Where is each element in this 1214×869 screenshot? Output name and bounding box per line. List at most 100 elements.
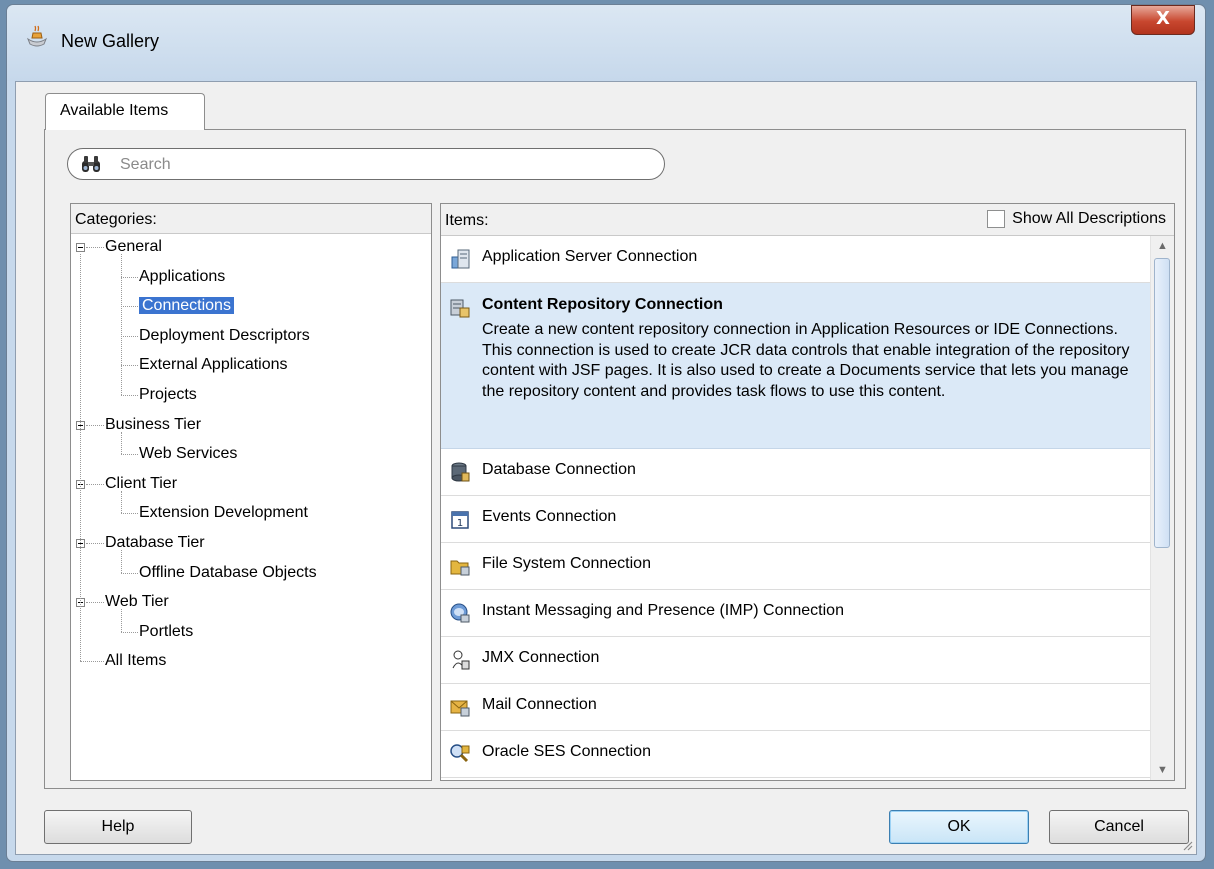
categories-label: Categories: <box>75 211 157 228</box>
search-server-icon <box>450 744 470 763</box>
tree-connector <box>86 543 104 544</box>
item-description: Create a new content repository connecti… <box>482 321 1130 400</box>
item-name: Oracle SES Connection <box>482 743 651 760</box>
tree-item-database-tier[interactable]: Database Tier <box>105 532 205 554</box>
content-repository-icon <box>450 299 470 318</box>
tree-connector <box>121 306 138 308</box>
item-jmx-connection[interactable]: JMX Connection <box>441 637 1150 684</box>
categories-panel: Categories: General Applications Connectio… <box>70 203 432 781</box>
tree-item-label: All Items <box>105 652 167 670</box>
tree-item-business-tier[interactable]: Business Tier <box>105 414 201 436</box>
tree-connector <box>80 661 104 663</box>
search-box[interactable] <box>67 148 665 180</box>
items-list: Application Server Connection Content Rep… <box>441 236 1150 780</box>
tree-connector <box>86 602 104 604</box>
tree-connector <box>121 490 122 514</box>
item-instant-messaging-and-presence-imp-connection[interactable]: Instant Messaging and Presence (IMP) Con… <box>441 590 1150 637</box>
tree-item-label: Extension Development <box>139 504 308 522</box>
tree-connector <box>121 513 138 515</box>
mail-icon <box>450 700 470 717</box>
tree-connector <box>121 550 122 573</box>
tree-connector <box>121 631 138 633</box>
item-database-connection[interactable]: Database Connection <box>441 449 1150 496</box>
close-button[interactable]: X <box>1131 5 1195 35</box>
categories-header: Categories: <box>71 204 431 234</box>
tree-item-all-items[interactable]: All Items <box>105 650 166 672</box>
tree-item-label: Web Services <box>139 445 238 463</box>
tree-item-extension-development[interactable]: Extension Development <box>139 502 308 524</box>
item-mail-connection[interactable]: Mail Connection <box>441 684 1150 731</box>
tree-item-projects[interactable]: Projects <box>139 384 197 406</box>
tree-item-external-applications[interactable]: External Applications <box>139 354 288 376</box>
item-name: Instant Messaging and Presence (IMP) Con… <box>482 602 844 619</box>
title-bar: New Gallery X <box>7 5 1205 81</box>
tree-item-applications[interactable]: Applications <box>139 266 225 288</box>
scroll-down-arrow-icon[interactable]: ▼ <box>1151 760 1174 780</box>
item-name: Application Server Connection <box>482 248 698 265</box>
collapse-icon[interactable] <box>76 243 85 252</box>
search-input[interactable] <box>118 152 642 178</box>
items-scrollbar[interactable]: ▲ ▼ <box>1150 236 1174 780</box>
tree-item-label: Client Tier <box>105 474 178 492</box>
tree-item-general[interactable]: General <box>105 236 162 258</box>
tree-connector <box>121 572 138 574</box>
new-gallery-dialog: New Gallery X Available Items Categories… <box>6 4 1206 862</box>
tree-item-portlets[interactable]: Portlets <box>139 621 193 643</box>
item-application-server-connection[interactable]: Application Server Connection <box>441 236 1150 283</box>
tree-item-offline-database-objects[interactable]: Offline Database Objects <box>139 562 317 584</box>
tree-item-deployment-descriptors[interactable]: Deployment Descriptors <box>139 325 310 347</box>
tree-connector <box>121 365 138 367</box>
tab-panel: Categories: General Applications Connectio… <box>44 129 1186 789</box>
tree-item-label: Business Tier <box>105 415 202 433</box>
item-file-system-connection[interactable]: File System Connection <box>441 543 1150 590</box>
scrollbar-thumb[interactable] <box>1154 258 1170 548</box>
scroll-up-arrow-icon[interactable]: ▲ <box>1151 236 1174 256</box>
ok-button[interactable]: OK <box>889 810 1029 844</box>
cancel-button[interactable]: Cancel <box>1049 810 1189 844</box>
tab-available-items[interactable]: Available Items <box>45 93 205 130</box>
tree-item-label: Projects <box>139 386 197 403</box>
ok-button-label: OK <box>947 818 971 835</box>
tree-item-label: Offline Database Objects <box>139 563 317 581</box>
resize-grip-icon[interactable] <box>1181 839 1193 851</box>
tree-item-web-tier[interactable]: Web Tier <box>105 591 169 613</box>
tree-item-web-services[interactable]: Web Services <box>139 443 237 465</box>
item-name: Mail Connection <box>482 696 597 713</box>
tree-connector <box>86 483 104 485</box>
item-name: File System Connection <box>482 555 651 572</box>
tree-connector <box>121 276 138 278</box>
tree-connector <box>121 254 122 395</box>
item-content-repository-connection[interactable]: Content Repository Connection Create a ne… <box>441 283 1150 449</box>
messaging-icon <box>450 603 470 623</box>
calendar-icon: 1 <box>451 511 469 529</box>
server-icon <box>451 249 470 269</box>
checkbox-box[interactable] <box>987 210 1006 228</box>
binoculars-icon <box>82 156 100 172</box>
tree-item-label: Portlets <box>139 622 194 640</box>
items-panel: Items: Show All Descriptions Application… <box>440 203 1175 781</box>
tree-item-label: General <box>105 238 162 255</box>
tree-connector <box>80 254 81 662</box>
item-name: Events Connection <box>482 508 617 525</box>
show-all-descriptions-checkbox[interactable]: Show All Descriptions <box>987 210 1166 228</box>
items-label: Items: <box>445 212 489 229</box>
tree-item-label: Deployment Descriptors <box>139 326 310 344</box>
svg-text:1: 1 <box>457 518 463 529</box>
item-oracle-ses-connection[interactable]: Oracle SES Connection <box>441 731 1150 778</box>
item-name: JMX Connection <box>482 649 600 666</box>
tree-item-label: Applications <box>139 267 226 285</box>
item-name: Content Repository Connection <box>482 296 723 313</box>
tree-item-client-tier[interactable]: Client Tier <box>105 473 177 495</box>
cancel-button-label: Cancel <box>1094 818 1144 835</box>
items-header: Items: Show All Descriptions <box>441 204 1174 236</box>
help-button[interactable]: Help <box>44 810 192 844</box>
tree-item-connections[interactable]: Connections <box>139 295 234 317</box>
show-all-descriptions-label: Show All Descriptions <box>1012 210 1166 227</box>
tree-item-label: Database Tier <box>105 534 205 551</box>
folder-icon <box>450 560 470 576</box>
jmx-icon <box>452 650 470 670</box>
tree-connector <box>121 395 138 396</box>
tree-item-label: Web Tier <box>105 593 169 611</box>
tree-connector <box>86 247 104 248</box>
item-events-connection[interactable]: 1 Events Connection <box>441 496 1150 543</box>
